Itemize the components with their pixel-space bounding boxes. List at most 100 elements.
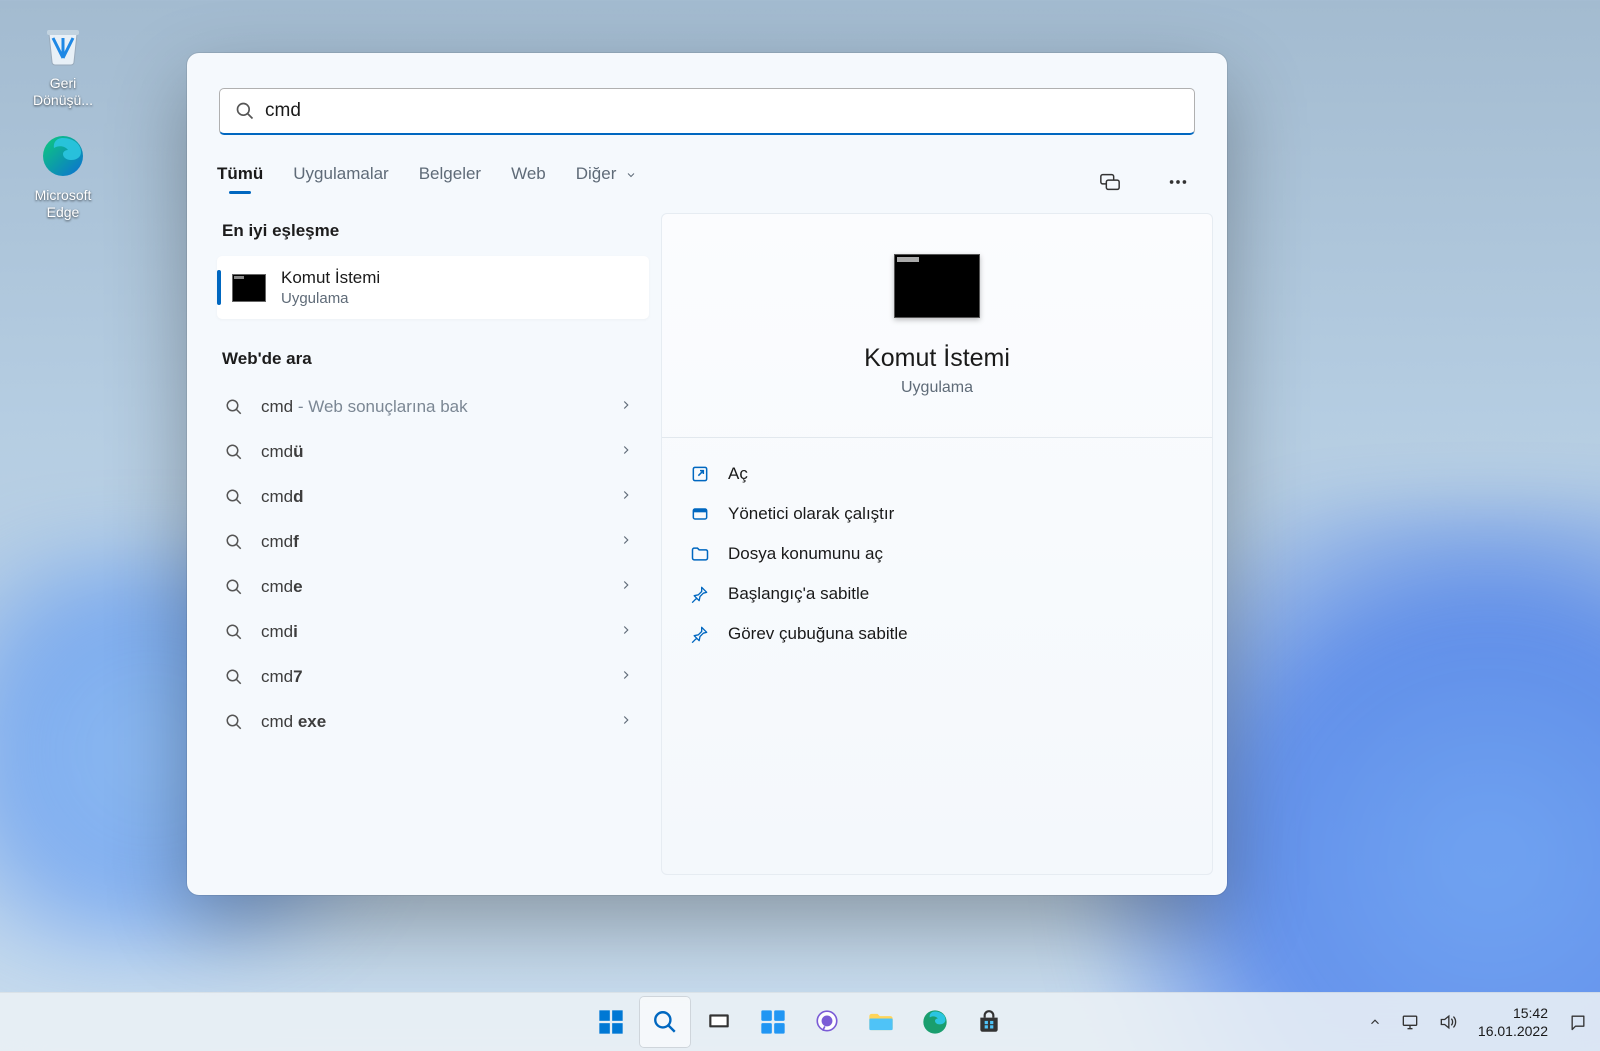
task-view-button[interactable] [694,997,744,1047]
search-icon [235,101,255,121]
search-icon [225,488,243,506]
more-options-button[interactable] [1159,163,1197,201]
web-result-text: cmd7 [261,667,619,687]
notifications-icon [1568,1012,1588,1032]
web-result-text: cmd - Web sonuçlarına bak [261,397,619,417]
store-icon [976,1009,1002,1035]
pin-icon [690,624,710,644]
folder-icon [690,544,710,564]
tab-apps[interactable]: Uygulamalar [293,164,388,200]
action-open-location[interactable]: Dosya konumunu aç [684,534,1190,574]
divider [662,437,1212,438]
action-open[interactable]: Aç [684,454,1190,494]
command-prompt-icon [232,274,266,302]
store-button[interactable] [964,997,1014,1047]
action-label: Başlangıç'a sabitle [728,584,869,604]
tab-all[interactable]: Tümü [217,164,263,200]
clock-time: 15:42 [1478,1004,1548,1022]
clock-date: 16.01.2022 [1478,1022,1548,1040]
web-result-item[interactable]: cmde [217,564,649,609]
chevron-down-icon [625,169,637,181]
web-result-text: cmdü [261,442,619,462]
taskbar: 15:42 16.01.2022 [0,992,1600,1051]
web-result-text: cmdi [261,622,619,642]
feedback-button[interactable] [1091,163,1129,201]
chat-button[interactable] [802,997,852,1047]
search-icon [225,578,243,596]
action-pin-start[interactable]: Başlangıç'a sabitle [684,574,1190,614]
chevron-right-icon [619,711,633,732]
edge-icon [921,1008,949,1036]
edge-icon [37,130,89,182]
action-pin-taskbar[interactable]: Görev çubuğuna sabitle [684,614,1190,654]
action-label: Görev çubuğuna sabitle [728,624,908,644]
systray-chevron[interactable] [1360,997,1390,1047]
detail-title: Komut İstemi [864,344,1010,373]
task-view-icon [706,1009,732,1035]
best-match-title: Komut İstemi [281,268,380,288]
web-result-item[interactable]: cmdi [217,609,649,654]
systray-clock[interactable]: 15:42 16.01.2022 [1468,1004,1558,1040]
web-result-text: cmdd [261,487,619,507]
best-match-result[interactable]: Komut İstemi Uygulama [217,256,649,319]
chevron-right-icon [619,576,633,597]
action-run-admin[interactable]: Yönetici olarak çalıştır [684,494,1190,534]
widgets-button[interactable] [748,997,798,1047]
systray-network[interactable] [1392,997,1428,1047]
chevron-up-icon [1368,1015,1382,1029]
search-icon [652,1009,678,1035]
web-results-list: cmd - Web sonuçlarına bak cmdü cmdd cmdf cmd… [217,384,649,744]
chevron-right-icon [619,531,633,552]
search-icon [225,623,243,641]
chat-icon [814,1009,840,1035]
windows-icon [597,1008,625,1036]
search-button[interactable] [640,997,690,1047]
feedback-icon [1099,171,1121,193]
desktop-icon-edge[interactable]: Microsoft Edge [18,130,108,221]
explorer-button[interactable] [856,997,906,1047]
section-web-search: Web'de ara [222,349,649,369]
web-result-text: cmde [261,577,619,597]
search-panel: Tümü Uygulamalar Belgeler Web Diğer En i… [187,53,1227,895]
chevron-right-icon [619,486,633,507]
web-result-item[interactable]: cmdf [217,519,649,564]
widgets-icon [759,1008,787,1036]
search-icon [225,533,243,551]
systray-notifications[interactable] [1560,997,1596,1047]
edge-button[interactable] [910,997,960,1047]
tab-docs[interactable]: Belgeler [419,164,481,200]
detail-subtitle: Uygulama [901,379,973,397]
search-box[interactable] [219,88,1195,135]
web-result-text: cmd exe [261,712,619,732]
web-result-item[interactable]: cmd - Web sonuçlarına bak [217,384,649,429]
web-result-item[interactable]: cmdd [217,474,649,519]
section-best-match: En iyi eşleşme [222,221,649,241]
desktop-icon-recycle-bin[interactable]: Geri Dönüşü... [18,18,108,109]
tab-more-label: Diğer [576,164,617,183]
desktop-icon-label: Microsoft Edge [18,187,108,221]
volume-icon [1438,1012,1458,1032]
search-icon [225,398,243,416]
command-prompt-icon [894,254,980,318]
search-icon [225,668,243,686]
web-result-item[interactable]: cmd exe [217,699,649,744]
best-match-subtitle: Uygulama [281,290,380,307]
search-input[interactable] [265,100,1179,122]
tab-web[interactable]: Web [511,164,546,200]
chevron-right-icon [619,621,633,642]
action-label: Aç [728,464,748,484]
open-icon [690,464,710,484]
network-icon [1400,1012,1420,1032]
web-result-item[interactable]: cmdü [217,429,649,474]
search-icon [225,443,243,461]
web-result-item[interactable]: cmd7 [217,654,649,699]
tab-more[interactable]: Diğer [576,164,637,200]
chevron-right-icon [619,441,633,462]
systray-volume[interactable] [1430,997,1466,1047]
recycle-bin-icon [37,18,89,70]
pin-icon [690,584,710,604]
start-button[interactable] [586,997,636,1047]
chevron-right-icon [619,666,633,687]
web-result-text: cmdf [261,532,619,552]
ellipsis-icon [1167,171,1189,193]
